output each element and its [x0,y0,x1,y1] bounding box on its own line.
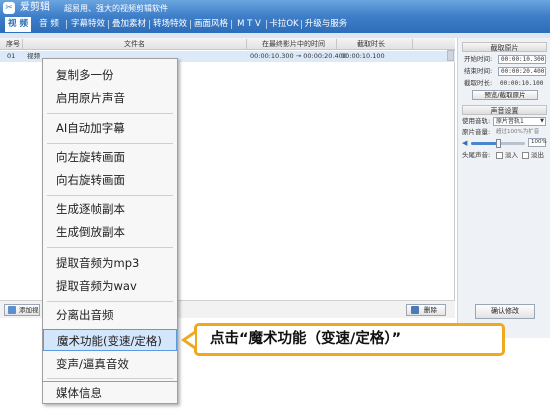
fade-label: 头尾声音: [462,151,491,159]
end-time-label: 结束时间: [464,67,493,75]
menu-item-magic-function[interactable]: 魔术功能(变速/定格) [43,329,177,351]
volume-hint: 超过100%为扩音 [496,129,540,135]
volume-slider-fill [471,142,498,145]
app-subtitle: 超易用、强大的视频剪辑软件 [64,4,168,13]
menu-item-rotate-right[interactable]: 向右旋转画面 [43,169,177,191]
menu-item-extract-mp3[interactable]: 提取音频为mp3 [43,252,177,274]
row-length: 00:00:10.100 [341,52,385,60]
chevron-down-icon: ▼ [540,118,544,124]
start-time-label: 开始时间: [464,55,493,63]
clip-length-label: 截取时长: [464,79,493,87]
instruction-callout: 点击“魔术功能（变速/定格）” [194,323,505,356]
fade-out-label: 淡出 [531,151,544,159]
menu-item-duplicate[interactable]: 复制多一份 [43,64,177,86]
add-video-button[interactable]: 添加视 [4,304,40,316]
col-header-length: 截取时长 [357,40,385,48]
audio-track-label: 使用音轨: [462,117,491,125]
add-video-label: 添加视 [19,306,39,314]
col-header-index: 序号 [6,40,20,48]
audio-track-select[interactable]: 原片音轨1 ▼ [493,117,546,126]
tab-subtitle-effects[interactable]: 字幕特效 [69,17,107,32]
menu-item-voice-change[interactable]: 变声/逼真音效 [43,353,177,375]
menu-item-frame-by-frame-copy[interactable]: 生成逐帧副本 [43,198,177,220]
delete-label: 删除 [424,306,437,314]
volume-value-field[interactable]: 100% [528,138,547,147]
volume-label: 原片音量: [462,128,491,136]
menu-item-extract-wav[interactable]: 提取音频为wav [43,275,177,297]
row-index: 01 [7,52,16,60]
end-time-field[interactable]: 00:00:20.400 [498,67,546,76]
fade-out-checkbox[interactable] [522,152,529,159]
clip-length-value: 00:00:10.100 [500,80,544,87]
title-bar: ✂ 爱剪辑 超易用、强大的视频剪辑软件 [0,0,550,16]
row-filename: 视频 [27,52,40,60]
table-scrollbar[interactable] [447,50,454,61]
clip-section-header: 截取原片 [462,42,547,52]
row-time: 00:00:10.300 → 00:00:20.400 [250,52,347,60]
tab-picture-style[interactable]: 画面风格 [192,17,230,32]
tab-mtv[interactable]: M T V [233,17,265,32]
speaker-icon: ◀ [462,139,468,147]
tab-audio[interactable]: 音 频 [34,17,64,32]
app-name: 爱剪辑 [20,2,50,13]
audio-track-value: 原片音轨1 [496,118,524,125]
trash-icon [411,306,419,314]
menu-item-ai-subtitles[interactable]: AI自动加字幕 [43,117,177,139]
col-header-time: 在最终影片中的时间 [262,40,325,48]
audio-section-header: 声音设置 [462,105,547,115]
confirm-changes-button[interactable]: 确认修改 [475,304,535,319]
col-header-filename: 文件名 [124,40,145,48]
fade-in-label: 淡入 [505,151,518,159]
tab-transition-effects[interactable]: 转场特效 [151,17,189,32]
tab-video[interactable]: 视 频 [5,17,31,32]
start-time-field[interactable]: 00:00:10.300 [498,55,546,64]
menu-item-rotate-left[interactable]: 向左旋转画面 [43,146,177,168]
menu-item-reverse-copy[interactable]: 生成倒放副本 [43,221,177,243]
table-header: 序号 文件名 在最终影片中的时间 截取时长 [0,38,455,50]
right-panel: 截取原片 开始时间: 00:00:10.300 结束时间: 00:00:20.4… [457,38,550,338]
menu-item-separate-audio[interactable]: 分离出音频 [43,304,177,326]
preview-clip-button[interactable]: 预览/截取原片 [472,90,538,100]
fade-in-checkbox[interactable] [496,152,503,159]
context-menu: 复制多一份 启用原片声音 AI自动加字幕 向左旋转画面 向右旋转画面 生成逐帧副… [42,58,178,382]
delete-button[interactable]: 删除 [406,304,446,316]
volume-slider[interactable] [471,139,525,148]
menu-item-enable-original-audio[interactable]: 启用原片声音 [43,87,177,109]
app-logo-icon: ✂ [3,2,15,14]
tab-overlay-material[interactable]: 叠加素材 [110,17,148,32]
tab-karaoke[interactable]: 卡拉OK [268,17,300,32]
main-tab-bar: 视 频 音 频 字幕特效 叠加素材 转场特效 画面风格 M T V 卡拉OK 升… [0,16,550,33]
volume-slider-thumb[interactable] [496,139,501,148]
menu-item-media-info[interactable]: 媒体信息 [42,382,178,404]
callout-arrow-inner [186,334,195,346]
tab-upgrade-service[interactable]: 升级与服务 [303,17,349,32]
add-video-icon [8,306,16,314]
